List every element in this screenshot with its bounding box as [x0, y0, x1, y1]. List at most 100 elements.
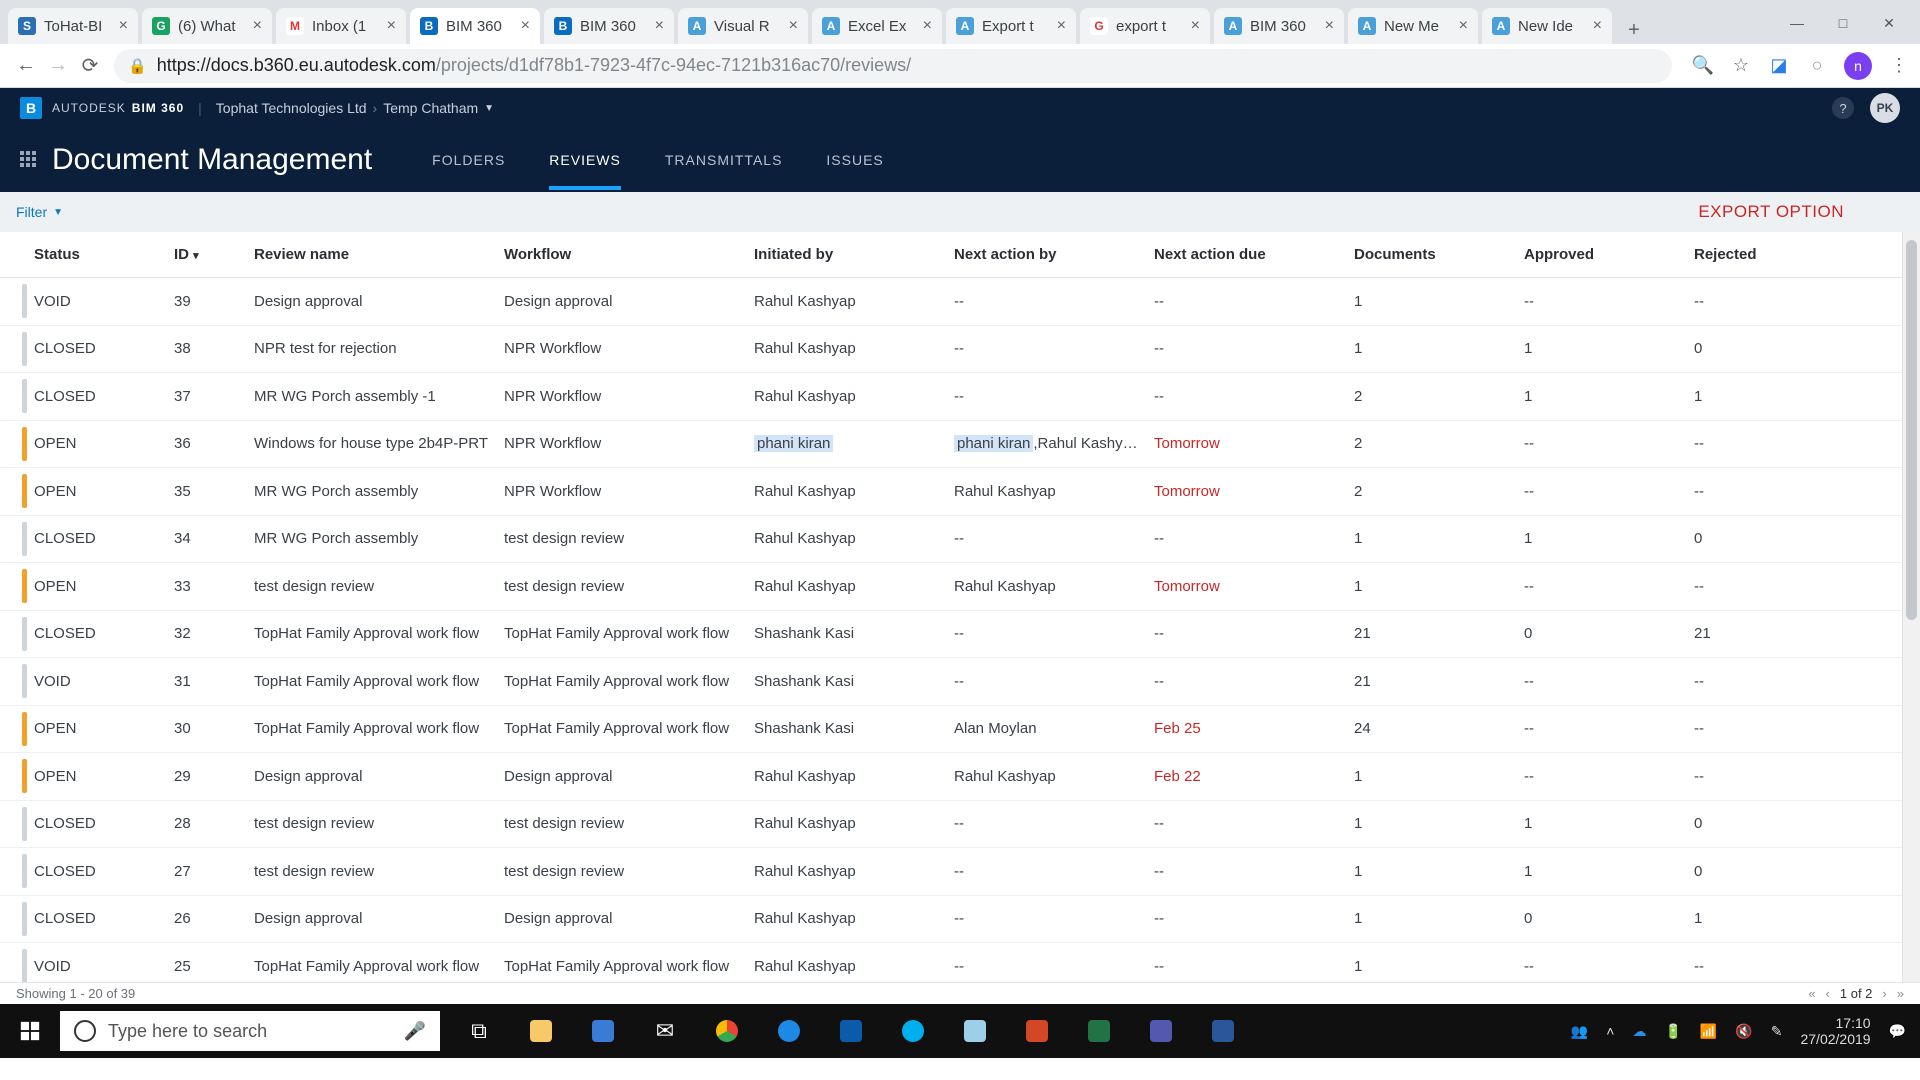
close-icon[interactable]: × [1057, 17, 1066, 35]
col-workflow[interactable]: Workflow [498, 246, 748, 263]
table-row[interactable]: OPEN 30 TopHat Family Approval work flow… [0, 706, 1902, 754]
browser-tab[interactable]: MInbox (1× [276, 8, 406, 44]
page-next[interactable]: › [1882, 986, 1886, 1001]
user-avatar[interactable]: PK [1870, 93, 1900, 123]
org-crumb[interactable]: Tophat Technologies Ltd [216, 100, 367, 116]
close-icon[interactable]: × [1459, 17, 1468, 35]
taskbar-search[interactable]: Type here to search 🎤 [60, 1011, 440, 1051]
col-rejected[interactable]: Rejected [1688, 246, 1838, 263]
col-approved[interactable]: Approved [1518, 246, 1688, 263]
reload-button[interactable]: ⟳ [74, 50, 106, 82]
close-icon[interactable]: × [253, 17, 262, 35]
col-next-action-due[interactable]: Next action due [1148, 246, 1348, 263]
new-tab-button[interactable]: + [1620, 16, 1648, 44]
file-explorer-icon[interactable] [510, 1004, 572, 1058]
project-crumb[interactable]: Temp Chatham [383, 100, 478, 116]
excel-icon[interactable] [1068, 1004, 1130, 1058]
col-initiated-by[interactable]: Initiated by [748, 246, 948, 263]
close-icon[interactable]: × [789, 17, 798, 35]
filter-button[interactable]: Filter ▼ [16, 204, 63, 220]
help-icon[interactable]: ? [1832, 97, 1854, 119]
page-first[interactable]: « [1808, 986, 1815, 1001]
store-icon[interactable] [572, 1004, 634, 1058]
close-icon[interactable]: × [923, 17, 932, 35]
page-last[interactable]: » [1897, 986, 1904, 1001]
browser-tab[interactable]: BBIM 360× [410, 8, 540, 44]
nav-tab-folders[interactable]: FOLDERS [432, 152, 505, 168]
nav-tab-issues[interactable]: ISSUES [826, 152, 883, 168]
edge-icon[interactable] [758, 1004, 820, 1058]
extension-icon-2[interactable]: ○ [1806, 55, 1828, 77]
browser-tab[interactable]: G(6) What× [142, 8, 272, 44]
scrollbar-thumb[interactable] [1906, 240, 1917, 620]
browser-tab[interactable]: ANew Me× [1348, 8, 1478, 44]
close-icon[interactable]: × [1325, 17, 1334, 35]
tray-up-icon[interactable]: ˄ [1606, 1023, 1614, 1039]
clock[interactable]: 17:10 27/02/2019 [1800, 1015, 1870, 1047]
table-row[interactable]: CLOSED 34 MR WG Porch assembly test desi… [0, 516, 1902, 564]
task-view-icon[interactable]: ⧉ [448, 1004, 510, 1058]
notepad-icon[interactable] [944, 1004, 1006, 1058]
skype-icon[interactable] [882, 1004, 944, 1058]
close-icon[interactable]: × [1593, 17, 1602, 35]
browser-tab[interactable]: ANew Ide× [1482, 8, 1612, 44]
browser-tab[interactable]: AExcel Ex× [812, 8, 942, 44]
browser-tab[interactable]: BBIM 360× [544, 8, 674, 44]
browser-tab[interactable]: AVisual R× [678, 8, 808, 44]
col-next-action-by[interactable]: Next action by [948, 246, 1148, 263]
table-row[interactable]: OPEN 36 Windows for house type 2b4P-PRT … [0, 421, 1902, 469]
col-id[interactable]: ID ▾ [168, 246, 248, 263]
close-icon[interactable]: × [387, 17, 396, 35]
address-bar[interactable]: 🔒 https://docs.b360.eu.autodesk.com/proj… [114, 49, 1672, 83]
bookmark-icon[interactable]: ☆ [1730, 55, 1752, 77]
outlook-icon[interactable] [820, 1004, 882, 1058]
browser-tab[interactable]: ABIM 360× [1214, 8, 1344, 44]
col-review-name[interactable]: Review name [248, 246, 498, 263]
table-row[interactable]: VOID 39 Design approval Design approval … [0, 278, 1902, 326]
table-row[interactable]: CLOSED 37 MR WG Porch assembly -1 NPR Wo… [0, 373, 1902, 421]
col-documents[interactable]: Documents [1348, 246, 1518, 263]
zoom-icon[interactable]: 🔍 [1692, 55, 1714, 77]
module-switcher-icon[interactable] [20, 151, 38, 169]
mic-icon[interactable]: 🎤 [404, 1021, 426, 1042]
table-row[interactable]: VOID 25 TopHat Family Approval work flow… [0, 943, 1902, 982]
project-dropdown-icon[interactable]: ▼ [484, 103, 494, 114]
mail-icon[interactable]: ✉ [634, 1004, 696, 1058]
onedrive-icon[interactable]: ☁ [1632, 1023, 1646, 1040]
table-row[interactable]: CLOSED 28 test design review test design… [0, 801, 1902, 849]
table-row[interactable]: CLOSED 32 TopHat Family Approval work fl… [0, 611, 1902, 659]
notifications-icon[interactable]: 💬 [1889, 1023, 1906, 1040]
table-row[interactable]: OPEN 33 test design review test design r… [0, 563, 1902, 611]
table-row[interactable]: CLOSED 26 Design approval Design approva… [0, 896, 1902, 944]
browser-tab[interactable]: SToHat-BI× [8, 8, 138, 44]
col-status[interactable]: Status [28, 246, 168, 263]
chrome-icon[interactable] [696, 1004, 758, 1058]
close-icon[interactable]: × [521, 17, 530, 35]
teams-icon[interactable] [1130, 1004, 1192, 1058]
wifi-icon[interactable]: 📶 [1700, 1023, 1717, 1040]
start-button[interactable] [0, 1004, 60, 1058]
powerpoint-icon[interactable] [1006, 1004, 1068, 1058]
menu-icon[interactable]: ⋮ [1888, 55, 1910, 77]
people-icon[interactable]: 👥 [1571, 1023, 1588, 1040]
table-row[interactable]: CLOSED 27 test design review test design… [0, 848, 1902, 896]
close-icon[interactable]: × [119, 17, 128, 35]
table-row[interactable]: VOID 31 TopHat Family Approval work flow… [0, 658, 1902, 706]
window-maximize[interactable]: □ [1820, 8, 1866, 38]
scrollbar[interactable] [1902, 232, 1920, 982]
browser-tab[interactable]: Gexport t× [1080, 8, 1210, 44]
back-button[interactable]: ← [10, 50, 42, 82]
table-row[interactable]: OPEN 29 Design approval Design approval … [0, 753, 1902, 801]
table-row[interactable]: OPEN 35 MR WG Porch assembly NPR Workflo… [0, 468, 1902, 516]
extension-icon[interactable]: ◪ [1768, 55, 1790, 77]
window-close[interactable]: ✕ [1866, 8, 1912, 38]
profile-avatar[interactable]: n [1844, 52, 1872, 80]
word-icon[interactable] [1192, 1004, 1254, 1058]
nav-tab-transmittals[interactable]: TRANSMITTALS [665, 152, 783, 168]
export-option-button[interactable]: EXPORT OPTION [1698, 202, 1844, 222]
battery-icon[interactable]: 🔋 [1664, 1023, 1681, 1040]
table-row[interactable]: CLOSED 38 NPR test for rejection NPR Wor… [0, 326, 1902, 374]
close-icon[interactable]: × [655, 17, 664, 35]
window-minimize[interactable]: — [1774, 8, 1820, 38]
pen-icon[interactable]: ✎ [1771, 1023, 1783, 1040]
